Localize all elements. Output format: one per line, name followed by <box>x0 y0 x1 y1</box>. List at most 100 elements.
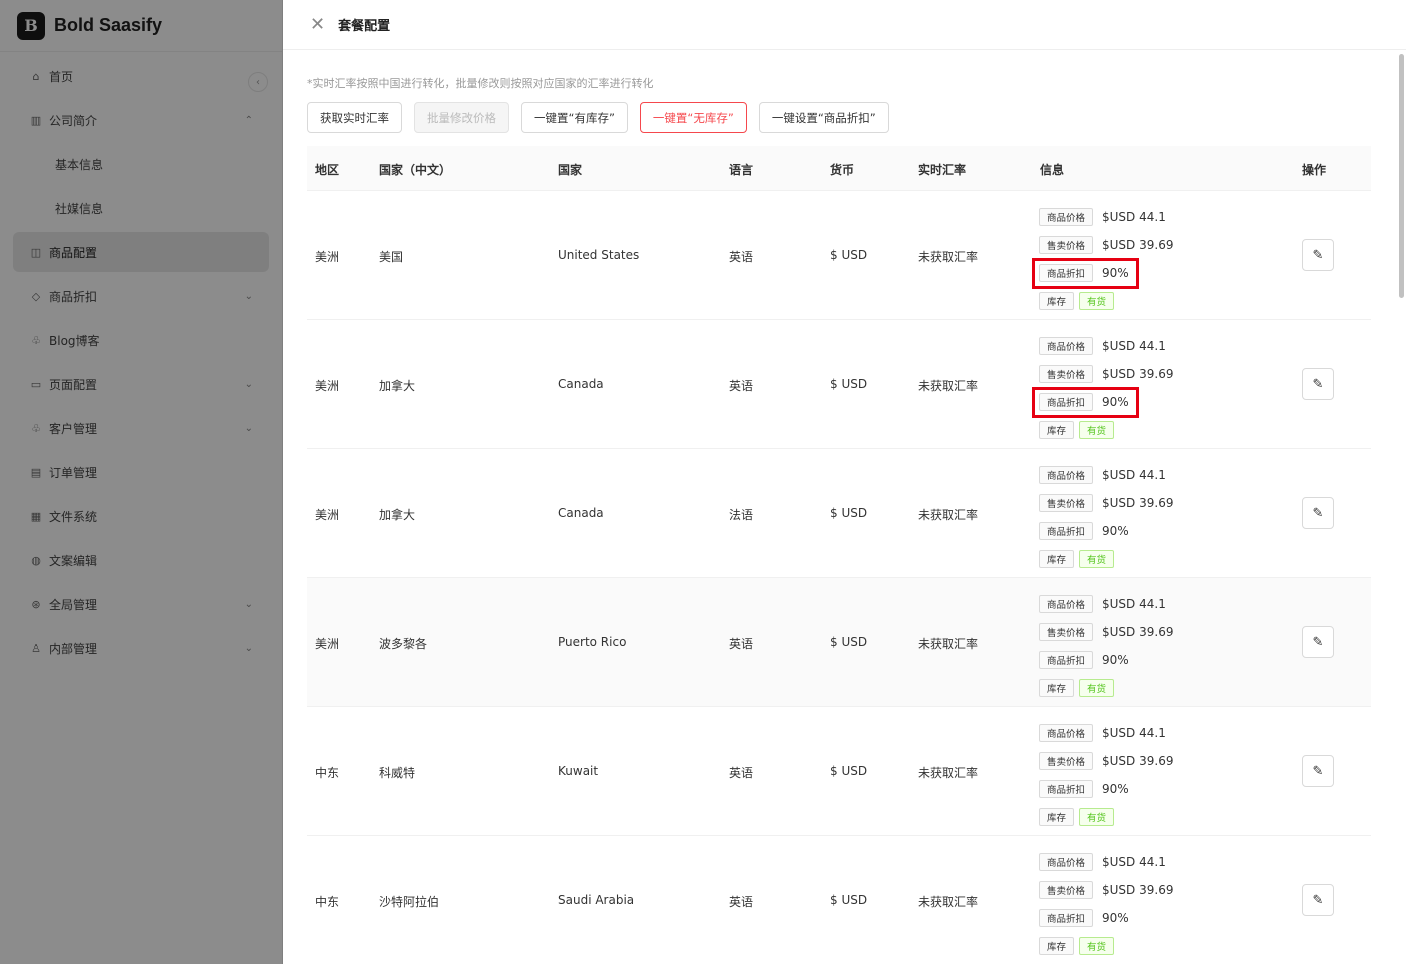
info-cell: 商品价格 $USD 44.1 售卖价格 $USD 39.69 商品折扣 90% 库存有… <box>1039 461 1173 573</box>
edit-icon: ✎ <box>1312 505 1324 521</box>
table-row: 美洲 波多黎各 Puerto Rico 英语 $ USD 未获取汇率 商品价格 $USD 4… <box>307 578 1371 707</box>
cell-language: 英语 <box>729 379 754 393</box>
cell-region: 中东 <box>315 895 340 909</box>
cell-country: United States <box>558 248 640 262</box>
set-in-stock-button[interactable]: 一键置“有库存” <box>521 102 628 133</box>
cell-region: 美洲 <box>315 250 340 264</box>
cell-currency: $ USD <box>830 377 868 391</box>
sale-price-value: $USD 39.69 <box>1102 496 1174 510</box>
cell-rate: 未获取汇率 <box>918 508 979 522</box>
sale-price-value: $USD 39.69 <box>1102 367 1174 381</box>
price-value: $USD 44.1 <box>1102 597 1166 611</box>
price-tag: 商品价格 <box>1039 337 1094 355</box>
country-table: 地区 国家（中文） 国家 语言 货币 实时汇率 信息 操作 美洲 美国 United… <box>307 146 1371 964</box>
header-country-cn: 国家（中文） <box>379 163 452 177</box>
table-row: 中东 沙特阿拉伯 Saudi Arabia 英语 $ USD 未获取汇率 商品价格 $USD… <box>307 836 1371 964</box>
header-rate: 实时汇率 <box>918 163 967 177</box>
cell-region: 美洲 <box>315 379 340 393</box>
discount-tag: 商品折扣 <box>1039 909 1094 927</box>
edit-button[interactable]: ✎ <box>1302 884 1334 916</box>
sale-price-value: $USD 39.69 <box>1102 754 1174 768</box>
edit-icon: ✎ <box>1312 634 1324 650</box>
stock-tag: 库存 <box>1039 808 1075 826</box>
cell-region: 美洲 <box>315 508 340 522</box>
price-value: $USD 44.1 <box>1102 726 1166 740</box>
cell-region: 中东 <box>315 766 340 780</box>
cell-currency: $ USD <box>830 506 868 520</box>
edit-button[interactable]: ✎ <box>1302 239 1334 271</box>
price-tag: 商品价格 <box>1039 595 1094 613</box>
exchange-rate-note: *实时汇率按照中国进行转化，批量修改则按照对应国家的汇率进行转化 <box>307 77 654 90</box>
cell-language: 英语 <box>729 637 754 651</box>
price-value: $USD 44.1 <box>1102 210 1166 224</box>
cell-currency: $ USD <box>830 764 868 778</box>
discount-value: 90% <box>1102 782 1129 796</box>
cell-country-cn: 加拿大 <box>379 508 416 522</box>
price-value: $USD 44.1 <box>1102 468 1166 482</box>
stock-tag: 库存 <box>1039 421 1075 439</box>
stock-status-badge: 有货 <box>1079 421 1115 439</box>
batch-edit-price-button[interactable]: 批量修改价格 <box>414 102 509 133</box>
price-tag: 商品价格 <box>1039 208 1094 226</box>
sale-price-value: $USD 39.69 <box>1102 238 1174 252</box>
edit-icon: ✎ <box>1312 892 1324 908</box>
sale-price-value: $USD 39.69 <box>1102 883 1174 897</box>
cell-currency: $ USD <box>830 893 868 907</box>
cell-currency: $ USD <box>830 248 868 262</box>
price-tag: 商品价格 <box>1039 853 1094 871</box>
discount-value: 90% <box>1102 653 1129 667</box>
stock-status-badge: 有货 <box>1079 679 1115 697</box>
table-row: 美洲 美国 United States 英语 $ USD 未获取汇率 商品价格 $USD 4… <box>307 191 1371 320</box>
close-icon[interactable]: ✕ <box>310 14 325 35</box>
discount-value: 90% <box>1102 524 1129 538</box>
table-row: 美洲 加拿大 Canada 法语 $ USD 未获取汇率 商品价格 $USD 44.1 售卖… <box>307 449 1371 578</box>
cell-country-cn: 科威特 <box>379 766 416 780</box>
edit-button[interactable]: ✎ <box>1302 368 1334 400</box>
discount-tag: 商品折扣 <box>1039 522 1094 540</box>
discount-value: 90% <box>1102 911 1129 925</box>
edit-icon: ✎ <box>1312 247 1324 263</box>
toolbar: 获取实时汇率 批量修改价格 一键置“有库存” 一键置“无库存” 一键设置“商品折… <box>307 102 889 133</box>
info-cell: 商品价格 $USD 44.1 售卖价格 $USD 39.69 商品折扣 90% 库存有… <box>1039 848 1173 960</box>
set-discount-button[interactable]: 一键设置“商品折扣” <box>758 102 889 133</box>
cell-language: 英语 <box>729 250 754 264</box>
discount-tag: 商品折扣 <box>1039 780 1094 798</box>
fetch-rate-button[interactable]: 获取实时汇率 <box>307 102 402 133</box>
table-row: 中东 科威特 Kuwait 英语 $ USD 未获取汇率 商品价格 $USD 44.1 售卖… <box>307 707 1371 836</box>
sale-price-tag: 售卖价格 <box>1039 881 1094 899</box>
discount-tag: 商品折扣 <box>1039 651 1094 669</box>
modal-overlay[interactable] <box>0 0 283 964</box>
sale-price-tag: 售卖价格 <box>1039 752 1094 770</box>
sale-price-tag: 售卖价格 <box>1039 623 1094 641</box>
price-value: $USD 44.1 <box>1102 339 1166 353</box>
cell-region: 美洲 <box>315 637 340 651</box>
cell-country: Saudi Arabia <box>558 893 635 907</box>
table-body: 美洲 美国 United States 英语 $ USD 未获取汇率 商品价格 $USD 4… <box>307 191 1371 964</box>
info-cell: 商品价格 $USD 44.1 售卖价格 $USD 39.69 商品折扣 90% 库存有… <box>1039 590 1173 702</box>
cell-rate: 未获取汇率 <box>918 379 979 393</box>
cell-rate: 未获取汇率 <box>918 895 979 909</box>
header-action: 操作 <box>1302 163 1327 177</box>
cell-rate: 未获取汇率 <box>918 250 979 264</box>
info-cell: 商品价格 $USD 44.1 售卖价格 $USD 39.69 商品折扣 90% 库存有… <box>1032 332 1174 444</box>
stock-tag: 库存 <box>1039 679 1075 697</box>
price-value: $USD 44.1 <box>1102 855 1166 869</box>
info-cell: 商品价格 $USD 44.1 售卖价格 $USD 39.69 商品折扣 90% 库存有… <box>1032 203 1174 315</box>
edit-button[interactable]: ✎ <box>1302 626 1334 658</box>
drawer-header: ✕ 套餐配置 <box>283 0 1406 50</box>
cell-country-cn: 沙特阿拉伯 <box>379 895 440 909</box>
plan-config-drawer: ✕ 套餐配置 *实时汇率按照中国进行转化，批量修改则按照对应国家的汇率进行转化 … <box>283 0 1406 964</box>
sale-price-tag: 售卖价格 <box>1039 494 1094 512</box>
edit-button[interactable]: ✎ <box>1302 755 1334 787</box>
edit-button[interactable]: ✎ <box>1302 497 1334 529</box>
set-out-of-stock-button[interactable]: 一键置“无库存” <box>639 102 747 133</box>
cell-country: Canada <box>558 506 604 520</box>
price-tag: 商品价格 <box>1039 724 1094 742</box>
price-tag: 商品价格 <box>1039 466 1094 484</box>
highlight-box <box>1032 387 1139 418</box>
stock-tag: 库存 <box>1039 292 1075 310</box>
cell-country-cn: 加拿大 <box>379 379 416 393</box>
scrollbar[interactable] <box>1399 54 1404 298</box>
cell-rate: 未获取汇率 <box>918 766 979 780</box>
header-currency: 货币 <box>830 163 855 177</box>
